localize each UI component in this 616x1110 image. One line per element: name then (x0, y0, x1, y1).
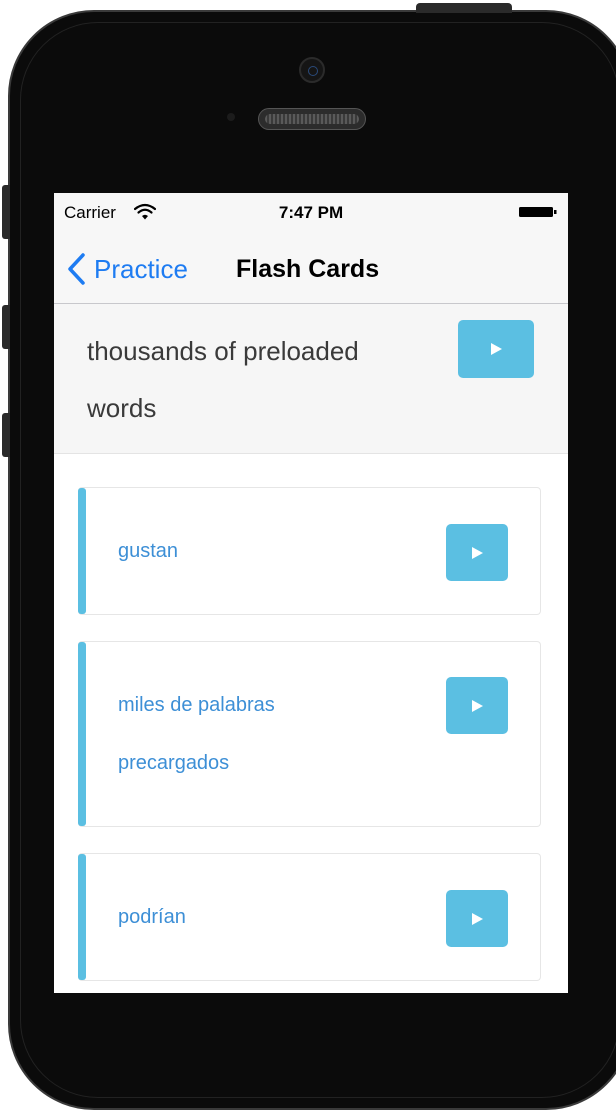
volume-down-button (2, 413, 10, 457)
navigation-bar: Practice Flash Cards (54, 231, 568, 304)
screen: Carrier 7:47 PM Practice Flash Cards tho… (54, 193, 568, 993)
volume-up-button (2, 305, 10, 349)
card-word: gustan (118, 540, 179, 562)
mute-switch (2, 185, 10, 239)
power-button (416, 3, 512, 13)
play-icon (491, 343, 502, 355)
front-camera-icon (299, 57, 325, 83)
phrase-header-card: thousands of preloaded words (54, 304, 568, 454)
play-icon (472, 699, 483, 712)
card-accent-bar (78, 642, 86, 826)
back-button[interactable]: Practice (66, 249, 188, 289)
card-word: miles de palabras precargados (118, 694, 275, 774)
phrase-text: thousands of preloaded words (87, 336, 359, 423)
flash-card[interactable]: miles de palabras precargados (78, 641, 541, 827)
status-bar: Carrier 7:47 PM (54, 193, 568, 231)
status-time: 7:47 PM (278, 203, 344, 222)
card-play-button[interactable] (446, 524, 508, 581)
card-accent-bar (78, 488, 86, 614)
phrase-play-button[interactable] (458, 320, 534, 378)
earpiece-speaker (258, 108, 366, 130)
back-chevron-icon (68, 253, 85, 285)
flash-card-list: gustan miles de palabras precargados pod… (54, 454, 568, 993)
battery-icon (519, 207, 557, 217)
proximity-sensor (227, 113, 235, 121)
flash-card[interactable]: podrían (78, 853, 541, 981)
card-play-button[interactable] (446, 677, 508, 734)
card-accent-bar (78, 854, 86, 980)
card-play-button[interactable] (446, 890, 508, 947)
play-icon (472, 546, 483, 559)
flash-card[interactable]: gustan (78, 487, 541, 615)
card-word: podrían (118, 906, 186, 928)
back-button-label: Practice (94, 253, 188, 284)
page-title: Flash Cards (236, 255, 380, 283)
play-icon (472, 912, 483, 925)
